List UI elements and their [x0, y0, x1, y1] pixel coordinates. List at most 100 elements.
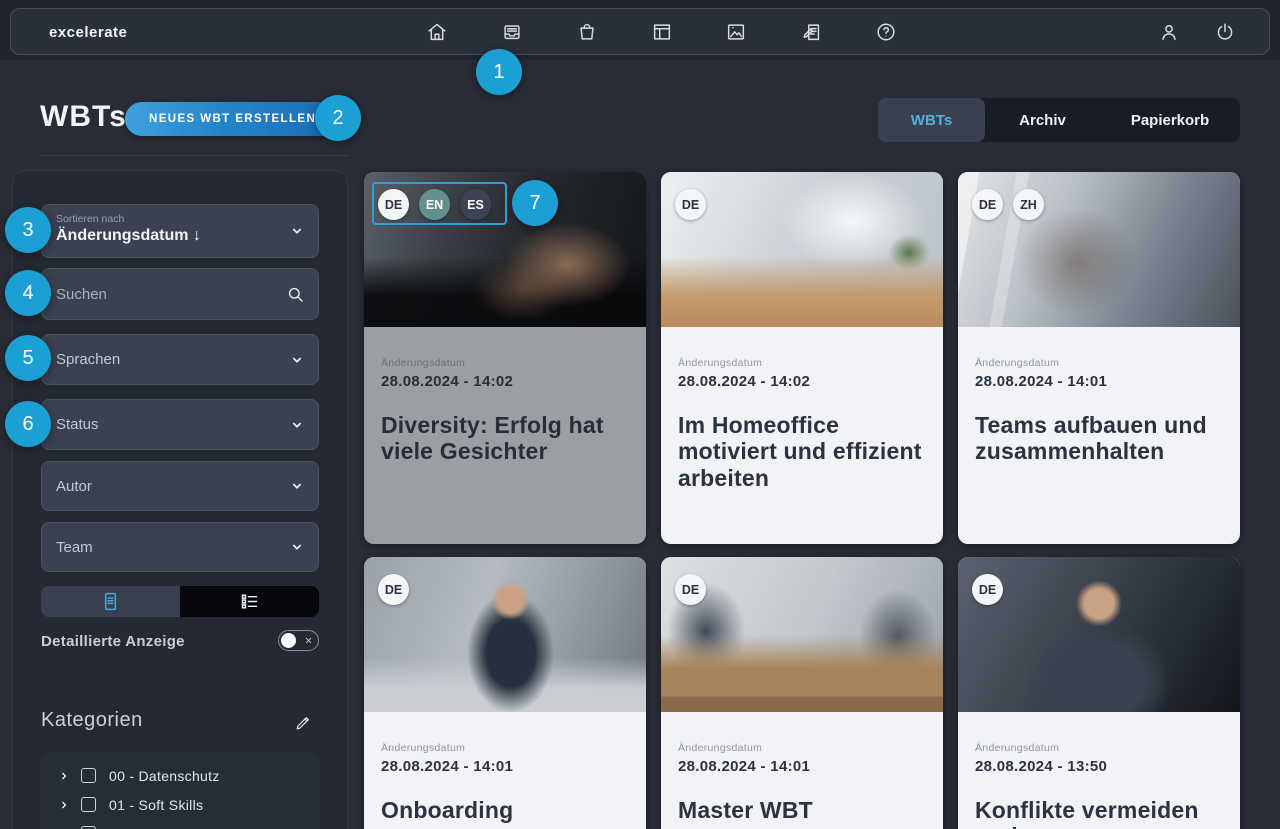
search-input[interactable] — [42, 269, 318, 319]
edit-categories-icon[interactable] — [294, 713, 313, 732]
category-label: 02 - Hard Skills — [109, 826, 209, 829]
chevron-down-icon — [290, 353, 304, 367]
categories-title: Kategorien — [41, 709, 143, 732]
card-image: DE EN ES — [364, 172, 646, 327]
category-label: 01 - Soft Skills — [109, 797, 203, 813]
languages-dropdown[interactable]: Sprachen — [41, 334, 319, 385]
layout-icon[interactable] — [650, 20, 674, 44]
media-icon[interactable] — [724, 20, 748, 44]
language-badge-de[interactable]: DE — [675, 574, 706, 605]
page-title: WBTs — [40, 100, 127, 134]
category-item[interactable]: 00 - Datenschutz — [59, 761, 319, 790]
card-date: 28.08.2024 - 14:02 — [678, 373, 926, 390]
wbt-card-master[interactable]: DE Änderungsdatum 28.08.2024 - 14:01 Mas… — [661, 557, 943, 829]
view-tabs: WBTs Archiv Papierkorb — [878, 98, 1240, 142]
card-view-button[interactable] — [41, 586, 180, 617]
chevron-down-icon — [290, 224, 304, 238]
card-date: 28.08.2024 - 14:01 — [678, 758, 926, 775]
date-label: Änderungsdatum — [678, 742, 926, 754]
wbt-card-homeoffice[interactable]: DE Änderungsdatum 28.08.2024 - 14:02 Im … — [661, 172, 943, 544]
category-item[interactable]: 01 - Soft Skills — [59, 790, 319, 819]
card-body: Änderungsdatum 28.08.2024 - 14:02 Im Hom… — [661, 327, 943, 491]
language-badges: DE — [675, 574, 706, 605]
languages-dropdown-label: Sprachen — [56, 351, 120, 368]
card-title: Diversity: Erfolg hat viele Gesichter — [381, 412, 629, 465]
help-icon[interactable] — [874, 20, 898, 44]
language-badges: DE — [675, 189, 706, 220]
navbar: excelerate — [10, 8, 1270, 55]
category-checkbox[interactable] — [81, 797, 96, 812]
status-dropdown-label: Status — [56, 416, 99, 433]
detail-view-label: Detaillierte Anzeige — [41, 633, 185, 650]
category-checkbox[interactable] — [81, 768, 96, 783]
user-icon[interactable] — [1157, 20, 1181, 44]
category-item[interactable]: 02 - Hard Skills — [59, 819, 319, 829]
language-badge-de[interactable]: DE — [972, 574, 1003, 605]
card-view-icon — [100, 591, 121, 612]
language-badge-de[interactable]: DE — [972, 189, 1003, 220]
card-image: DE — [661, 557, 943, 712]
sort-value: Änderungsdatum ↓ — [56, 227, 304, 245]
tab-papierkorb[interactable]: Papierkorb — [1100, 98, 1240, 142]
card-image: DE — [958, 557, 1240, 712]
language-badge-de[interactable]: DE — [378, 574, 409, 605]
wbt-card-grid: DE EN ES Änderungsdatum 28.08.2024 - 14:… — [364, 172, 1240, 829]
list-view-button[interactable] — [180, 586, 319, 617]
detail-view-toggle[interactable] — [278, 630, 319, 651]
filter-sidebar: Sortieren nach Änderungsdatum ↓ Sprachen… — [12, 170, 348, 829]
wbt-card-onboarding[interactable]: DE Änderungsdatum 28.08.2024 - 14:01 Onb… — [364, 557, 646, 829]
card-body: Änderungsdatum 28.08.2024 - 13:50 Konfli… — [958, 712, 1240, 829]
card-date: 28.08.2024 - 14:01 — [975, 373, 1223, 390]
title-divider — [40, 155, 348, 156]
header-strip: excelerate — [0, 0, 1280, 60]
shop-icon[interactable] — [575, 20, 599, 44]
tab-archiv[interactable]: Archiv — [985, 98, 1100, 142]
annotation-marker-2: 2 — [315, 95, 361, 141]
chevron-right-icon[interactable] — [59, 771, 69, 781]
team-dropdown-label: Team — [56, 539, 93, 556]
date-label: Änderungsdatum — [678, 357, 926, 369]
language-badges: DE — [378, 574, 409, 605]
date-label: Änderungsdatum — [975, 742, 1223, 754]
language-badge-es[interactable]: ES — [460, 189, 491, 220]
toggle-off-x-icon — [304, 636, 313, 645]
list-view-icon — [239, 591, 260, 612]
card-date: 28.08.2024 - 13:50 — [975, 758, 1223, 775]
sort-label: Sortieren nach — [56, 213, 304, 225]
language-badge-de[interactable]: DE — [675, 189, 706, 220]
home-icon[interactable] — [425, 20, 449, 44]
tab-wbts[interactable]: WBTs — [878, 98, 985, 142]
card-date: 28.08.2024 - 14:01 — [381, 758, 629, 775]
chevron-right-icon[interactable] — [59, 800, 69, 810]
language-badge-en[interactable]: EN — [419, 189, 450, 220]
card-title: Onboarding — [381, 797, 629, 823]
date-label: Änderungsdatum — [381, 357, 629, 369]
annotation-marker-3: 3 — [5, 207, 51, 253]
app-root: excelerate — [0, 0, 1280, 829]
power-icon[interactable] — [1213, 20, 1237, 44]
language-badge-zh[interactable]: ZH — [1013, 189, 1044, 220]
date-label: Änderungsdatum — [975, 357, 1223, 369]
status-dropdown[interactable]: Status — [41, 399, 319, 450]
language-badges: DE — [972, 574, 1003, 605]
author-dropdown[interactable]: Autor — [41, 461, 319, 511]
chevron-down-icon — [290, 418, 304, 432]
wbt-card-teams[interactable]: DE ZH Änderungsdatum 28.08.2024 - 14:01 … — [958, 172, 1240, 544]
wbt-box-icon[interactable] — [500, 20, 524, 44]
search-field[interactable] — [41, 268, 319, 320]
card-body: Änderungsdatum 28.08.2024 - 14:01 Teams … — [958, 327, 1240, 465]
create-wbt-button[interactable]: NEUES WBT ERSTELLEN — [125, 102, 340, 136]
wbt-card-diversity[interactable]: DE EN ES Änderungsdatum 28.08.2024 - 14:… — [364, 172, 646, 544]
card-title: Im Homeoffice motiviert und effizient ar… — [678, 412, 926, 491]
annotation-marker-4: 4 — [5, 270, 51, 316]
search-icon[interactable] — [286, 285, 305, 304]
sort-dropdown[interactable]: Sortieren nach Änderungsdatum ↓ — [41, 204, 319, 258]
wbt-card-konflikte[interactable]: DE Änderungsdatum 28.08.2024 - 13:50 Kon… — [958, 557, 1240, 829]
notes-icon[interactable] — [800, 20, 824, 44]
card-date: 28.08.2024 - 14:02 — [381, 373, 629, 390]
card-title: Master WBT — [678, 797, 926, 823]
team-dropdown[interactable]: Team — [41, 522, 319, 572]
chevron-down-icon — [290, 479, 304, 493]
detail-view-row: Detaillierte Anzeige — [41, 629, 319, 653]
language-badge-de[interactable]: DE — [378, 189, 409, 220]
